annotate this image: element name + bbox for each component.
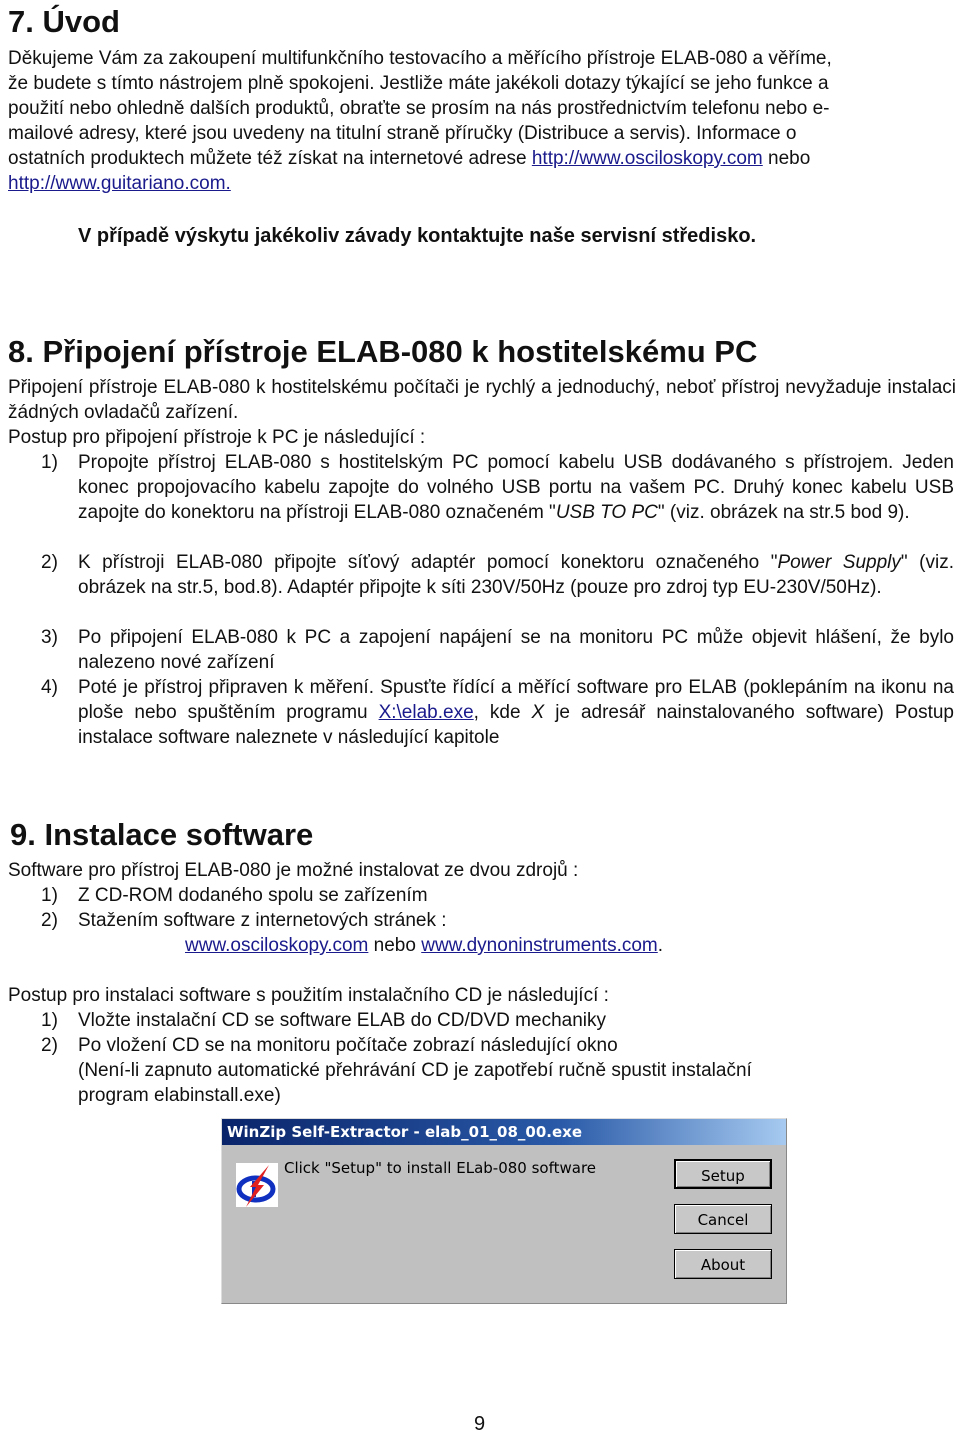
list-item: 1) Vložte instalační CD se software ELAB … <box>41 1008 606 1033</box>
page-number: 9 <box>474 1413 486 1435</box>
cancel-button[interactable]: Cancel <box>674 1204 772 1234</box>
list-item: 2) Stažením software z internetových strá… <box>41 908 447 933</box>
list-item: 1) Propojte přístroj ELAB-080 s hostitel… <box>41 450 954 525</box>
note-line: (Není-li zapnuto automatické přehrávání … <box>78 1060 752 1081</box>
procedure-heading: Postup pro připojení přístroje k PC je n… <box>8 427 426 448</box>
dialog-title-bar: WinZip Self-Extractor - elab_01_08_00.ex… <box>222 1119 786 1145</box>
guitariano-link[interactable]: http://www.guitariano.com. <box>8 173 231 194</box>
download-sites: www.osciloskopy.com nebo www.dynoninstru… <box>185 933 663 958</box>
list-number: 2) <box>41 552 58 573</box>
list-number: 3) <box>41 627 58 648</box>
list-item: 2) Po vložení CD se na monitoru počítače … <box>41 1033 618 1058</box>
step-text: K přístroji ELAB-080 připojte síťový ada… <box>78 552 778 573</box>
osciloskopy-site-link[interactable]: www.osciloskopy.com <box>185 935 368 956</box>
section-9-intro: Software pro přístroj ELAB-080 je možné … <box>8 860 579 881</box>
list-text: Z CD-ROM dodaného spolu se zařízením <box>78 885 428 906</box>
step-text: " (viz. obrázek na str.5 bod 9). <box>657 502 910 523</box>
list-number: 2) <box>41 910 58 931</box>
elab-exe-link[interactable]: X:\elab.exe <box>379 702 474 723</box>
winzip-dialog: WinZip Self-Extractor - elab_01_08_00.ex… <box>221 1118 787 1304</box>
list-item: 2) K přístroji ELAB-080 připojte síťový … <box>41 550 954 600</box>
paragraph-text: nebo <box>768 148 811 169</box>
dynoninstruments-site-link[interactable]: www.dynoninstruments.com <box>421 935 658 956</box>
section-8-intro: Připojení přístroje ELAB-080 k hostitels… <box>8 377 956 423</box>
paragraph-text: ostatních produktech můžete též získat n… <box>8 148 527 169</box>
period: . <box>657 935 664 956</box>
osciloskopy-link[interactable]: http://www.osciloskopy.com <box>532 148 763 169</box>
section-9-heading: 9. Instalace software <box>10 817 314 852</box>
list-item: 3) Po připojení ELAB-080 k PC a zapojení… <box>41 625 954 675</box>
step-italic: Power Supply <box>777 552 901 573</box>
list-number: 1) <box>41 452 58 473</box>
install-procedure-heading: Postup pro instalaci software s použitím… <box>8 985 609 1006</box>
elab-logo-icon <box>236 1163 278 1207</box>
dialog-message: Click "Setup" to install ELab-080 softwa… <box>284 1159 597 1177</box>
step-text: Po připojení ELAB-080 k PC a zapojení na… <box>78 627 954 673</box>
about-button[interactable]: About <box>674 1249 772 1279</box>
paragraph-line: použití nebo ohledně dalších produktů, o… <box>8 98 830 119</box>
section-7-heading: 7. Úvod <box>8 4 120 39</box>
list-number: 2) <box>41 1035 58 1056</box>
list-text: Vložte instalační CD se software ELAB do… <box>78 1010 606 1031</box>
separator-text: nebo <box>373 935 416 956</box>
list-item: 1) Z CD-ROM dodaného spolu se zařízením <box>41 883 428 908</box>
list-number: 4) <box>41 677 58 698</box>
step-italic: X <box>531 702 545 723</box>
step-text: , kde <box>473 702 532 723</box>
paragraph-line: mailové adresy, které jsou uvedeny na ti… <box>8 123 797 144</box>
step-italic: USB TO PC <box>555 502 658 523</box>
paragraph-line: Děkujeme Vám za zakoupení multifunkčního… <box>8 48 832 69</box>
note-line: program elabinstall.exe) <box>78 1085 281 1106</box>
list-number: 1) <box>41 1010 58 1031</box>
list-number: 1) <box>41 885 58 906</box>
list-item: 4) Poté je přístroj připraven k měření. … <box>41 675 954 750</box>
service-notice: V případě výskytu jakékoliv závady konta… <box>78 225 757 247</box>
setup-button[interactable]: Setup <box>674 1159 772 1189</box>
list-text: Stažením software z internetových stráne… <box>78 910 447 931</box>
paragraph-line: že budete s tímto nástrojem plně spokoje… <box>8 73 829 94</box>
list-text: Po vložení CD se na monitoru počítače zo… <box>78 1035 618 1056</box>
paragraph-line-links: ostatních produktech můžete též získat n… <box>8 146 810 171</box>
section-8-heading: 8. Připojení přístroje ELAB-080 k hostit… <box>8 334 758 369</box>
